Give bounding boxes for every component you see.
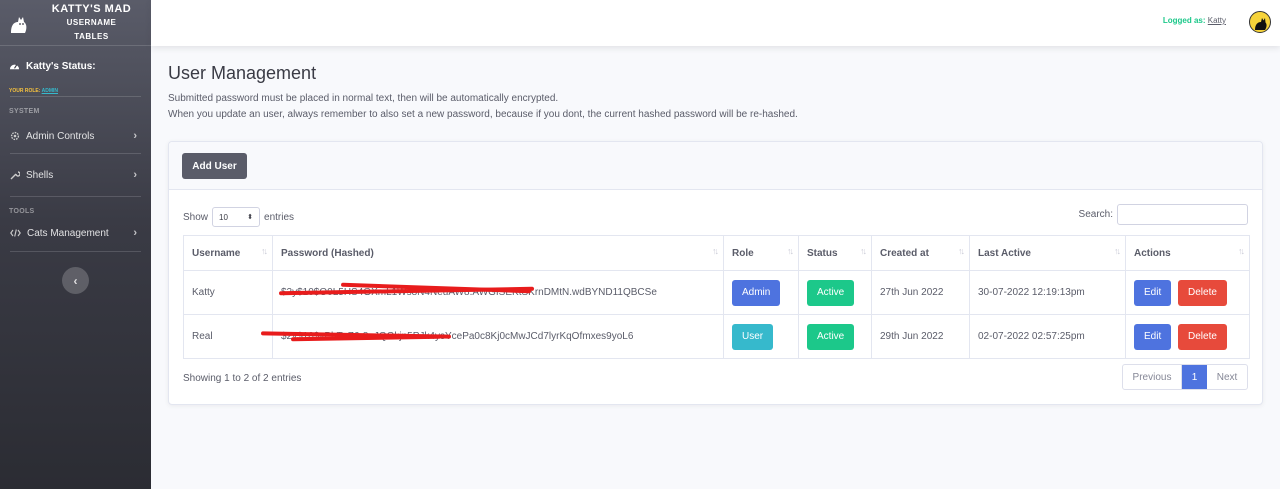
avatar[interactable] bbox=[1249, 11, 1271, 33]
user-link[interactable]: Katty bbox=[1208, 16, 1226, 25]
logged-as-label: Logged as: bbox=[1162, 16, 1206, 25]
column-header-role[interactable]: Role ↑↓ bbox=[723, 235, 799, 271]
cell-created-at: 27th Jun 2022 bbox=[871, 270, 970, 315]
cell-actions: Edit Delete bbox=[1125, 270, 1250, 315]
tachometer-icon bbox=[9, 63, 20, 69]
code-icon bbox=[10, 229, 21, 237]
cat-logo-icon bbox=[11, 16, 27, 33]
table-info: Showing 1 to 2 of 2 entries bbox=[183, 373, 302, 384]
page-title: User Management bbox=[168, 63, 317, 83]
sidebar: KATTY'S MAD USERNAME TABLES Katty's Stat… bbox=[0, 0, 151, 489]
sort-icon: ↑↓ bbox=[1238, 246, 1245, 256]
cat-avatar-icon bbox=[1255, 18, 1267, 30]
role-badge-admin[interactable]: Admin bbox=[732, 279, 781, 306]
cell-role: User bbox=[723, 314, 799, 359]
table-header-row: Username ↑↓ Password (Hashed) ↑↓ Role ↑↓ St… bbox=[183, 235, 1250, 271]
sidebar-divider bbox=[10, 251, 141, 252]
brand-title: KATTY'S MAD bbox=[51, 2, 132, 15]
entries-select[interactable]: 10 ⬍ bbox=[212, 207, 261, 227]
cell-username: Real bbox=[183, 314, 273, 359]
gear-icon bbox=[10, 131, 20, 141]
cell-password: $2y$10$vPhTvZ6r8aJQGkjn5PJk4ysYcePa0c8Kj… bbox=[260, 314, 724, 359]
column-header-created-at[interactable]: Created at ↑↓ bbox=[871, 235, 970, 271]
column-header-password[interactable]: Password (Hashed) ↑↓ bbox=[272, 235, 724, 271]
cell-created-at: 29th Jun 2022 bbox=[871, 314, 970, 359]
edit-button[interactable]: Edit bbox=[1134, 279, 1172, 306]
status-badge[interactable]: Active bbox=[807, 279, 855, 306]
card-header: Add User bbox=[169, 142, 1262, 190]
sidebar-item-cats-management[interactable]: Cats Management › bbox=[0, 219, 151, 247]
chevron-right-icon: › bbox=[133, 130, 137, 142]
entries-value: 10 bbox=[219, 212, 228, 222]
status-label: Katty's Status: bbox=[26, 60, 96, 72]
pagination-page-1[interactable]: 1 bbox=[1182, 365, 1207, 389]
search-label: Search: bbox=[1078, 209, 1113, 220]
entries-label: entries bbox=[264, 211, 295, 223]
edit-button[interactable]: Edit bbox=[1134, 323, 1172, 350]
cell-status: Active bbox=[798, 270, 872, 315]
sort-icon: ↑↓ bbox=[958, 246, 965, 256]
table-row: Real $2y$10$vPhTvZ6r8aJQGkjn5PJk4ysYcePa… bbox=[183, 314, 1250, 359]
cell-last-active: 02-07-2022 02:57:25pm bbox=[969, 314, 1126, 359]
chevron-right-icon: › bbox=[133, 169, 137, 181]
status-badge[interactable]: Active bbox=[807, 323, 855, 350]
sidebar-item-label: Admin Controls bbox=[26, 130, 95, 142]
cell-last-active: 30-07-2022 12:19:13pm bbox=[969, 270, 1126, 315]
add-user-button[interactable]: Add User bbox=[182, 153, 247, 179]
pagination-previous[interactable]: Previous bbox=[1123, 365, 1182, 389]
sidebar-toggle-button[interactable]: ‹ bbox=[62, 267, 89, 294]
pagination: Previous 1 Next bbox=[1122, 364, 1248, 390]
show-label: Show bbox=[183, 211, 209, 223]
sort-icon: ↑↓ bbox=[860, 246, 867, 256]
wrench-icon bbox=[10, 171, 20, 180]
search-input[interactable] bbox=[1117, 204, 1248, 225]
column-header-status[interactable]: Status ↑↓ bbox=[798, 235, 872, 271]
pagination-next[interactable]: Next bbox=[1207, 365, 1247, 389]
role-label: YOUR ROLE: bbox=[9, 88, 41, 94]
entries-length: Show 10 ⬍ entries bbox=[183, 207, 294, 227]
sidebar-item-label: Cats Management bbox=[27, 227, 109, 239]
column-header-last-active[interactable]: Last Active ↑↓ bbox=[969, 235, 1126, 271]
sidebar-item-shells[interactable]: Shells › bbox=[0, 154, 151, 196]
table-search: Search: bbox=[1079, 204, 1248, 225]
sidebar-item-admin-controls[interactable]: Admin Controls › bbox=[0, 119, 151, 153]
sidebar-brand[interactable]: KATTY'S MAD USERNAME TABLES bbox=[0, 0, 151, 46]
brand-subtitle: USERNAME bbox=[66, 17, 117, 27]
sort-icon: ↑↓ bbox=[1114, 246, 1121, 256]
page-description-1: Submitted password must be placed in nor… bbox=[168, 93, 559, 104]
chevron-right-icon: › bbox=[133, 227, 137, 239]
sort-icon: ↑↓ bbox=[712, 246, 719, 256]
topbar: Logged as: Katty bbox=[151, 0, 1280, 46]
logged-as: Logged as: Katty bbox=[1163, 16, 1226, 25]
sort-icon: ↑↓ bbox=[261, 246, 268, 256]
role-value-link[interactable]: ADMIN bbox=[42, 88, 58, 94]
select-arrows-icon: ⬍ bbox=[247, 214, 254, 221]
cell-role: Admin bbox=[723, 270, 799, 315]
sidebar-item-label: Shells bbox=[26, 169, 54, 181]
role-badge-user[interactable]: User bbox=[732, 323, 774, 350]
users-card: Add User Show 10 ⬍ entries Search: Usern… bbox=[168, 141, 1263, 405]
heading-system: SYSTEM bbox=[9, 108, 40, 115]
status-link[interactable]: Katty's Status: bbox=[0, 46, 151, 86]
sort-icon: ↑↓ bbox=[787, 246, 794, 256]
role-line: YOUR ROLE: ADMIN bbox=[0, 86, 151, 96]
heading-tools: TOOLS bbox=[9, 208, 35, 215]
column-header-actions[interactable]: Actions ↑↓ bbox=[1125, 235, 1250, 271]
users-table: Username ↑↓ Password (Hashed) ↑↓ Role ↑↓ St… bbox=[183, 235, 1250, 359]
cell-username: Katty bbox=[183, 270, 273, 315]
chevron-left-icon: ‹ bbox=[73, 273, 78, 288]
delete-button[interactable]: Delete bbox=[1178, 323, 1227, 350]
table-row: Katty $2y$10$O0L5HS4GXmL1Ws8N4NeuAW8.AWG… bbox=[183, 270, 1250, 315]
page-description-2: When you update an user, always remember… bbox=[168, 109, 798, 120]
column-header-username[interactable]: Username ↑↓ bbox=[183, 235, 273, 271]
delete-button[interactable]: Delete bbox=[1178, 279, 1227, 306]
cell-actions: Edit Delete bbox=[1125, 314, 1250, 359]
brand-subtitle-2: TABLES bbox=[74, 31, 109, 41]
cell-password: $2y$10$O0L5HS4GXmL1Ws8N4NeuAW8.AWGISEKtS… bbox=[272, 270, 724, 315]
cell-status: Active bbox=[798, 314, 872, 359]
